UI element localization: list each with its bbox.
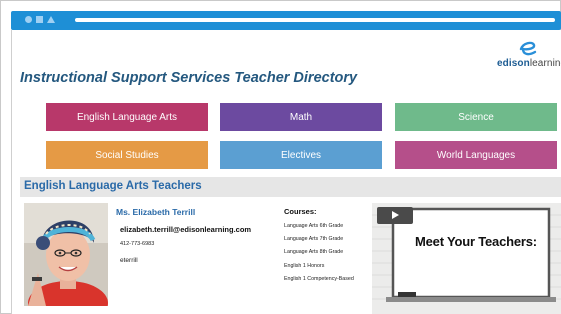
subject-button-electives[interactable]: Electives <box>220 141 382 169</box>
video-player[interactable]: Meet Your Teachers: <box>372 203 561 314</box>
page-title: Instructional Support Services Teacher D… <box>20 70 358 86</box>
subject-button-math[interactable]: Math <box>220 103 382 131</box>
play-icon <box>392 211 399 219</box>
teacher-username: eterrill <box>120 257 138 264</box>
window-close-icon[interactable] <box>25 16 32 23</box>
teacher-name: Ms. Elizabeth Terrill <box>116 207 196 217</box>
play-button[interactable] <box>377 207 413 224</box>
subject-button-world-languages[interactable]: World Languages <box>395 141 557 169</box>
teacher-phone: 412-773-6983 <box>120 241 155 247</box>
edison-learning-logo[interactable]: edisonlearning <box>491 38 561 72</box>
logo-wordmark: edisonlearning <box>497 58 561 69</box>
window-stop-icon[interactable] <box>36 16 43 23</box>
teacher-portrait-image <box>24 203 108 306</box>
teacher-photo <box>24 203 108 306</box>
subject-button-english-language-arts[interactable]: English Language Arts <box>46 103 208 131</box>
video-title: Meet Your Teachers: <box>415 234 537 249</box>
browser-toolbar <box>11 11 561 30</box>
courses-heading: Courses: <box>284 207 317 216</box>
subject-button-social-studies[interactable]: Social Studies <box>46 141 208 169</box>
teacher-email[interactable]: elizabeth.terrill@edisonlearning.com <box>120 225 251 234</box>
logo-swoosh-icon <box>519 41 537 56</box>
course-item: Language Arts 6th Grade <box>284 223 344 229</box>
subject-button-science[interactable]: Science <box>395 103 557 131</box>
page-content: edisonlearning Instructional Support Ser… <box>11 30 561 314</box>
course-item: English 1 Competency-Based <box>284 276 354 282</box>
section-header: English Language Arts Teachers <box>20 177 561 197</box>
address-bar[interactable] <box>75 18 555 22</box>
course-item: Language Arts 8th Grade <box>284 249 344 255</box>
section-title: English Language Arts Teachers <box>24 180 202 192</box>
course-item: Language Arts 7th Grade <box>284 236 344 242</box>
course-item: English 1 Honors <box>284 263 325 269</box>
window-eject-icon[interactable] <box>47 16 55 23</box>
